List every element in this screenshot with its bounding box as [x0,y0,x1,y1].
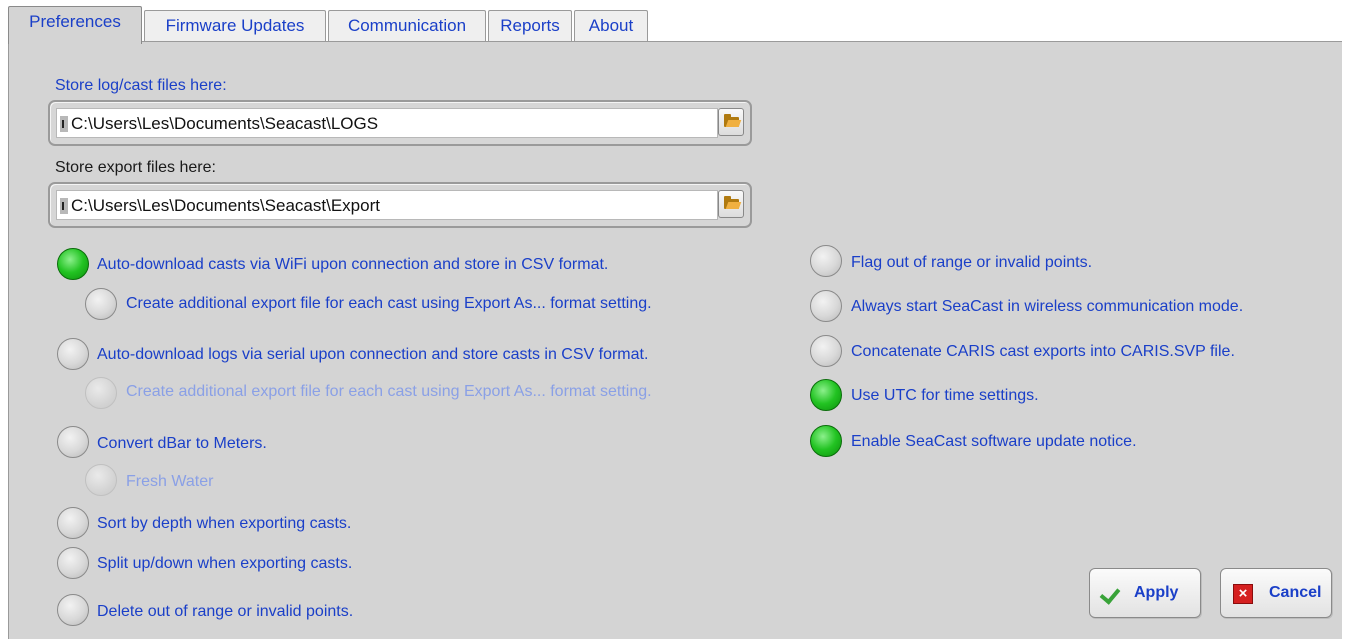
tab-firmware-updates[interactable]: Firmware Updates [144,10,326,42]
tab-reports[interactable]: Reports [488,10,572,42]
apply-label: Apply [1134,584,1179,601]
option-label: Delete out of range or invalid points. [97,603,354,620]
export-browse-button[interactable] [718,190,744,218]
option-label: Concatenate CARIS cast exports into CARI… [851,343,1235,360]
path-grip-icon [60,116,68,132]
option-label: Use UTC for time settings. [851,387,1039,404]
radio-delete-invalid-points[interactable] [57,594,89,626]
log-path-field[interactable]: C:\Users\Les\Documents\Seacast\LOGS [56,108,718,138]
radio-wifi-additional-export[interactable] [85,288,117,320]
apply-button[interactable]: Apply [1089,568,1201,618]
option-label: Enable SeaCast software update notice. [851,433,1137,450]
tab-communication[interactable]: Communication [328,10,486,42]
log-path-label: Store log/cast files here: [55,77,227,94]
export-path-label: Store export files here: [55,159,216,176]
option-label: Flag out of range or invalid points. [851,254,1093,271]
option-label: Sort by depth when exporting casts. [97,515,352,532]
option-label: Convert dBar to Meters. [97,435,267,452]
cancel-button[interactable]: × Cancel [1220,568,1332,618]
radio-update-notice[interactable] [810,425,842,457]
folder-open-icon [724,196,739,209]
option-label: Auto-download logs via serial upon conne… [97,346,649,363]
option-label: Always start SeaCast in wireless communi… [851,298,1244,315]
radio-flag-invalid-points[interactable] [810,245,842,277]
path-grip-icon [60,198,68,214]
radio-auto-download-serial[interactable] [57,338,89,370]
radio-sort-by-depth[interactable] [57,507,89,539]
preferences-panel: Store log/cast files here: C:\Users\Les\… [8,41,1342,639]
radio-fresh-water [85,464,117,496]
tab-preferences[interactable]: Preferences [8,6,142,44]
option-label: Fresh Water [126,473,214,490]
radio-wireless-mode[interactable] [810,290,842,322]
radio-serial-additional-export [85,377,117,409]
checkmark-icon [1102,585,1126,599]
cancel-label: Cancel [1269,584,1322,601]
red-x-icon: × [1233,584,1253,604]
option-label: Split up/down when exporting casts. [97,555,353,572]
radio-convert-dbar[interactable] [57,426,89,458]
option-label: Auto-download casts via WiFi upon connec… [97,256,609,273]
export-path-field[interactable]: C:\Users\Les\Documents\Seacast\Export [56,190,718,220]
option-label: Create additional export file for each c… [126,295,652,312]
export-path-group: C:\Users\Les\Documents\Seacast\Export [48,182,752,228]
folder-open-icon [724,114,739,127]
log-path-group: C:\Users\Les\Documents\Seacast\LOGS [48,100,752,146]
radio-concatenate-caris[interactable] [810,335,842,367]
radio-use-utc[interactable] [810,379,842,411]
radio-auto-download-wifi[interactable] [57,248,89,280]
export-path-value: C:\Users\Les\Documents\Seacast\Export [71,196,380,215]
log-path-value: C:\Users\Les\Documents\Seacast\LOGS [71,114,379,133]
tab-about[interactable]: About [574,10,648,42]
option-label: Create additional export file for each c… [126,383,652,400]
log-browse-button[interactable] [718,108,744,136]
radio-split-up-down[interactable] [57,547,89,579]
